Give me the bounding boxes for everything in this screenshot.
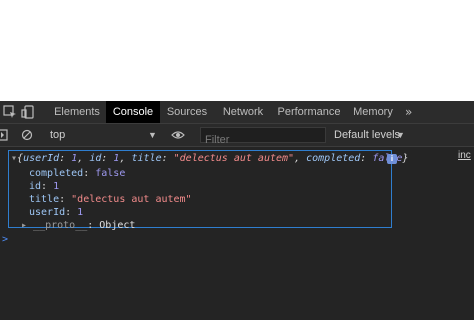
proto-expand-arrow-icon[interactable]: ▸: [21, 220, 33, 231]
context-dropdown-arrow-icon[interactable]: ▼: [148, 124, 157, 146]
tab-performance[interactable]: Performance: [276, 101, 342, 123]
clear-console-icon[interactable]: [21, 129, 33, 141]
filter-field[interactable]: [200, 127, 326, 147]
tab-elements[interactable]: Elements: [49, 101, 105, 123]
property-title: title: "delectus aut autem": [29, 194, 192, 205]
console-output: ▾{userId: 1, id: 1, title: "delectus aut…: [0, 147, 474, 320]
log-levels-arrow-icon[interactable]: ▼: [396, 124, 405, 146]
property-completed: completed: false: [29, 168, 126, 179]
live-expression-eye-icon[interactable]: [171, 129, 185, 141]
context-selector[interactable]: top: [50, 124, 65, 146]
inspect-element-icon[interactable]: [3, 105, 17, 119]
console-prompt[interactable]: >: [2, 234, 8, 245]
tab-memory[interactable]: Memory: [349, 101, 397, 123]
property-userId: userId: 1: [29, 207, 84, 218]
property-proto[interactable]: ▸ __proto__: Object: [21, 219, 135, 232]
filter-input[interactable]: [201, 133, 325, 147]
more-tabs-button[interactable]: »: [405, 101, 412, 123]
tab-console[interactable]: Console: [106, 101, 160, 123]
devtools-tab-bar: Elements Console Sources Network Perform…: [0, 101, 474, 124]
property-id: id: 1: [29, 181, 60, 192]
log-levels-dropdown[interactable]: Default levels: [334, 124, 400, 146]
tab-network[interactable]: Network: [218, 101, 268, 123]
console-toolbar: top ▼ Default levels ▼: [0, 124, 474, 147]
sidebar-toggle-icon[interactable]: [0, 129, 8, 141]
object-summary[interactable]: ▾{userId: 1, id: 1, title: "delectus aut…: [11, 152, 408, 165]
device-toolbar-icon[interactable]: [21, 105, 35, 119]
logged-object-entry[interactable]: ▾{userId: 1, id: 1, title: "delectus aut…: [8, 150, 408, 231]
page-viewport: [0, 0, 474, 101]
info-icon[interactable]: i: [387, 154, 397, 164]
source-link[interactable]: inc: [458, 150, 471, 161]
tab-sources[interactable]: Sources: [163, 101, 211, 123]
devtools-panel: Elements Console Sources Network Perform…: [0, 101, 474, 320]
